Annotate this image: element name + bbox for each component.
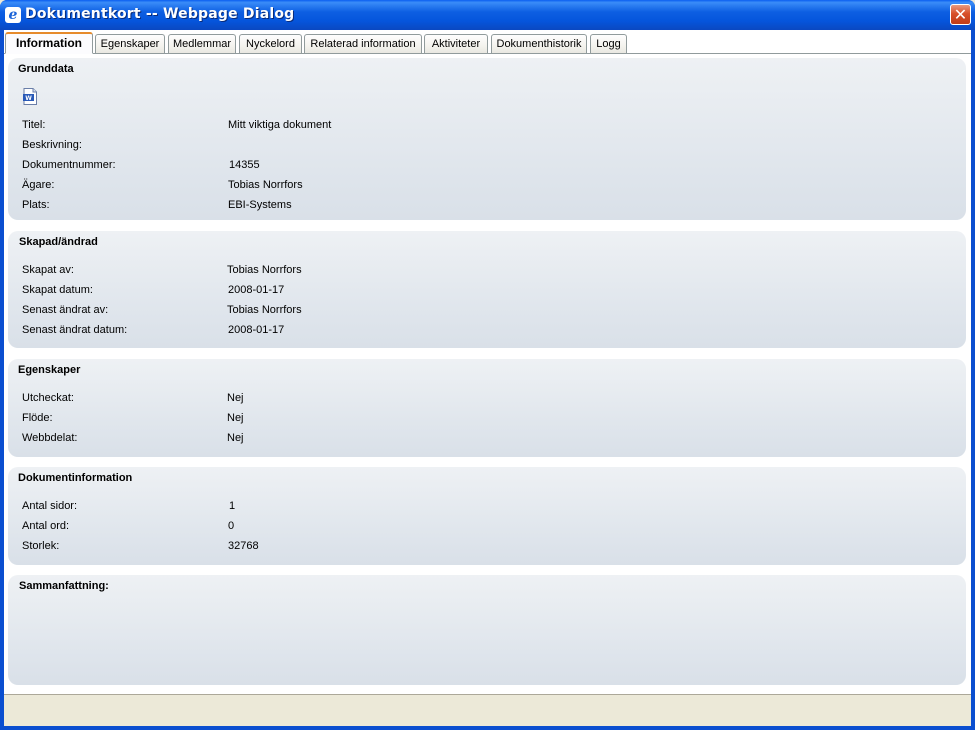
tab-medlemmar[interactable]: Medlemmar	[168, 34, 236, 53]
field-value: Tobias Norrfors	[227, 304, 302, 316]
tab-content: Grunddata W Titel: Mitt viktiga dokument…	[4, 54, 971, 694]
window-title: Dokumentkort -- Webpage Dialog	[25, 6, 295, 22]
field-value: 2008-01-17	[228, 324, 285, 336]
field-label: Antal sidor:	[22, 500, 78, 512]
field-value: EBI-Systems	[228, 199, 292, 211]
field-value: 2008-01-17	[228, 284, 285, 296]
section-dokumentinformation: Dokumentinformation Antal sidor: 1 Antal…	[8, 467, 966, 565]
svg-text:W: W	[25, 95, 32, 102]
field-label: Plats:	[22, 199, 50, 211]
field-value: Nej	[227, 432, 244, 444]
section-title: Skapad/ändrad	[19, 236, 98, 248]
section-title: Egenskaper	[18, 364, 81, 376]
word-document-icon[interactable]: W	[22, 88, 38, 105]
tab-egenskaper[interactable]: Egenskaper	[95, 34, 165, 53]
field-value: 0	[228, 520, 235, 532]
tab-information[interactable]: Information	[5, 32, 93, 54]
field-value: Nej	[227, 392, 244, 404]
tab-aktiviteter[interactable]: Aktiviteter	[424, 34, 488, 53]
field-value: Tobias Norrfors	[227, 264, 302, 276]
field-label: Titel:	[22, 119, 46, 131]
section-egenskaper: Egenskaper Utcheckat: Nej Flöde: Nej Web…	[8, 359, 966, 457]
section-title: Sammanfattning:	[19, 580, 109, 592]
tab-logg[interactable]: Logg	[590, 34, 627, 53]
dialog-footer	[4, 694, 971, 726]
field-label: Skapat datum:	[22, 284, 93, 296]
field-label: Flöde:	[22, 412, 53, 424]
field-label: Senast ändrat av:	[22, 304, 109, 316]
field-value: Tobias Norrfors	[228, 179, 303, 191]
field-value: 14355	[229, 159, 260, 171]
field-value: Mitt viktiga dokument	[228, 119, 332, 131]
tab-dokumenthistorik[interactable]: Dokumenthistorik	[491, 34, 587, 53]
section-title: Dokumentinformation	[18, 472, 133, 484]
dialog-window: e Dokumentkort -- Webpage Dialog ✕ Infor…	[0, 0, 975, 730]
field-label: Ägare:	[22, 179, 55, 191]
field-value: Nej	[227, 412, 244, 424]
field-label: Skapat av:	[22, 264, 74, 276]
field-label: Dokumentnummer:	[22, 159, 116, 171]
field-value: 32768	[228, 540, 259, 552]
close-button[interactable]: ✕	[950, 4, 971, 25]
field-label: Storlek:	[22, 540, 60, 552]
field-label: Utcheckat:	[22, 392, 74, 404]
title-bar[interactable]: e Dokumentkort -- Webpage Dialog ✕	[0, 0, 975, 30]
section-sammanfattning: Sammanfattning:	[8, 575, 966, 685]
tab-relaterad-information[interactable]: Relaterad information	[304, 34, 422, 53]
field-label: Webbdelat:	[22, 432, 78, 444]
section-grunddata: Grunddata W Titel: Mitt viktiga dokument…	[8, 58, 966, 220]
field-label: Antal ord:	[22, 520, 70, 532]
field-label: Senast ändrat datum:	[22, 324, 128, 336]
field-value: 1	[229, 500, 236, 512]
section-skapad-andrad: Skapad/ändrad Skapat av: Tobias Norrfors…	[8, 231, 966, 348]
ie-icon: e	[5, 7, 21, 23]
section-title: Grunddata	[18, 63, 74, 75]
field-label: Beskrivning:	[22, 139, 82, 151]
tab-nyckelord[interactable]: Nyckelord	[239, 34, 302, 53]
dialog-client: Information Egenskaper Medlemmar Nyckelo…	[4, 30, 971, 726]
tab-strip: Information Egenskaper Medlemmar Nyckelo…	[4, 30, 971, 54]
